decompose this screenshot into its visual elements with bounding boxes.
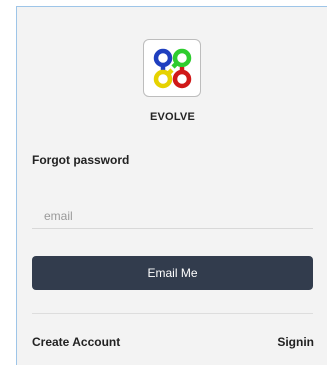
signin-link[interactable]: Signin [277,335,314,349]
brand-logo [143,39,201,97]
create-account-link[interactable]: Create Account [32,335,120,349]
forgot-password-card: EVOLVE Forgot password Email Me Create A… [16,6,327,365]
email-me-button[interactable]: Email Me [32,256,313,290]
email-field[interactable] [32,203,313,229]
brand-name: EVOLVE [149,111,195,123]
divider [32,313,313,314]
page-title: Forgot password [32,153,130,167]
evolve-logo-icon [153,48,192,89]
